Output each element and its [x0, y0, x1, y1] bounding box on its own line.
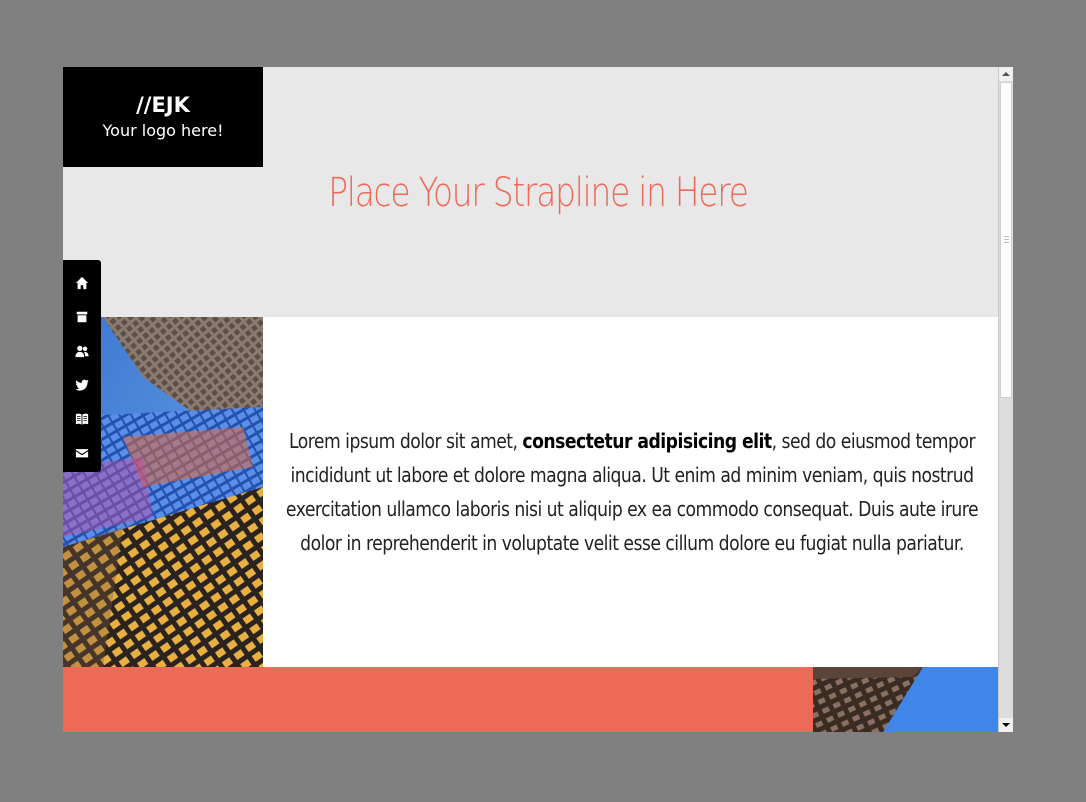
intro-text-start: Lorem ipsum dolor sit amet,: [288, 429, 523, 453]
vertical-scrollbar[interactable]: [998, 67, 1013, 732]
building-photo-right: [813, 667, 998, 732]
nav-mail[interactable]: [63, 436, 101, 470]
content-section: Lorem ipsum dolor sit amet, consectetur …: [263, 317, 998, 667]
building-photo-right-image: [813, 667, 998, 732]
nav-twitter[interactable]: [63, 368, 101, 402]
logo-tagline: Your logo here!: [102, 121, 224, 140]
nav-book[interactable]: [63, 402, 101, 436]
nav-archive[interactable]: [63, 300, 101, 334]
book-icon: [75, 413, 89, 425]
mail-icon: [75, 449, 89, 458]
scroll-thumb[interactable]: [1000, 82, 1012, 398]
logo-mark: //EJK: [136, 93, 190, 117]
chevron-up-icon: [1002, 72, 1010, 76]
scroll-down-button[interactable]: [999, 718, 1013, 732]
intro-text-bold: consectetur adipisicing elit: [522, 429, 772, 453]
chevron-down-icon: [1002, 723, 1010, 727]
users-icon: [75, 345, 89, 358]
web-page: //EJK Your logo here! Place Your Strapli…: [63, 67, 998, 732]
twitter-icon: [75, 379, 89, 391]
scroll-up-button[interactable]: [999, 67, 1013, 81]
home-icon: [75, 276, 89, 290]
archive-icon: [76, 311, 88, 323]
side-nav: [63, 260, 101, 472]
nav-users[interactable]: [63, 334, 101, 368]
accent-band: [63, 667, 813, 732]
page-header: //EJK Your logo here! Place Your Strapli…: [63, 67, 998, 317]
browser-viewport: //EJK Your logo here! Place Your Strapli…: [63, 67, 1013, 732]
scroll-grip: [1004, 236, 1009, 243]
site-logo[interactable]: //EJK Your logo here!: [63, 67, 263, 167]
intro-paragraph: Lorem ipsum dolor sit amet, consectetur …: [281, 424, 983, 560]
strapline: Place Your Strapline in Here: [328, 170, 749, 216]
nav-home[interactable]: [63, 266, 101, 300]
